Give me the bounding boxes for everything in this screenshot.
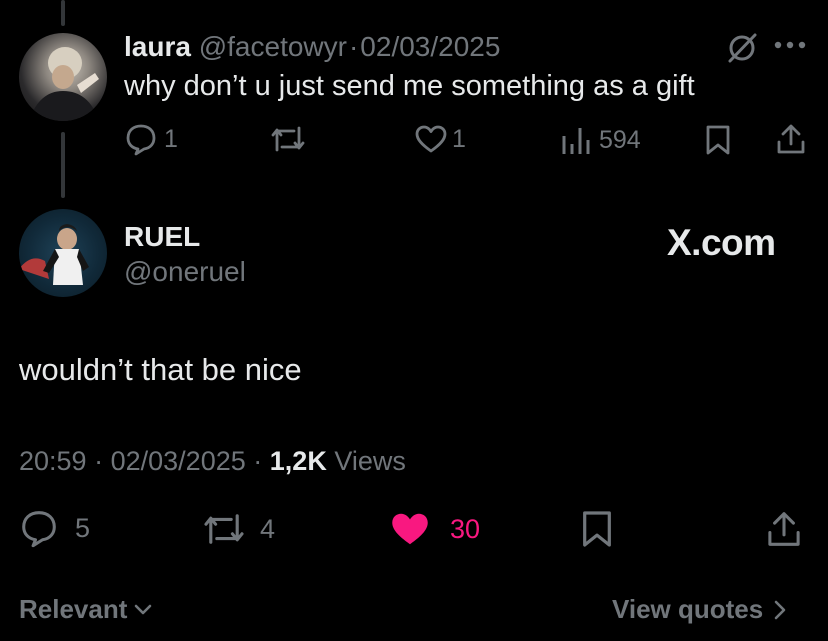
grok-icon[interactable]	[726, 32, 758, 64]
main-repost-button[interactable]: 4	[202, 511, 275, 547]
repost-icon	[270, 124, 306, 154]
thread-line-bottom	[61, 132, 65, 198]
reply-avatar[interactable]	[19, 33, 107, 121]
main-date[interactable]: 02/03/2025	[111, 446, 246, 476]
main-bookmark-icon[interactable]	[581, 509, 613, 549]
main-reply-button[interactable]: 5	[19, 508, 90, 548]
reply-views-button[interactable]: 594	[561, 124, 641, 156]
heart-filled-icon	[388, 510, 432, 548]
main-meta: 20:59 · 02/03/2025 · 1,2K Views	[19, 446, 406, 477]
reply-header: laura @facetowyr·02/03/2025	[124, 31, 500, 63]
main-meta-separator-2: ·	[253, 446, 263, 476]
reply-repost-button[interactable]	[270, 124, 306, 154]
main-author-name[interactable]: RUEL	[124, 221, 200, 253]
main-share-icon[interactable]	[765, 509, 803, 549]
comment-icon	[19, 508, 59, 548]
main-views-label: Views	[334, 446, 406, 476]
reply-like-button[interactable]: 1	[414, 124, 466, 154]
reply-share-icon[interactable]	[775, 122, 807, 156]
reply-avatar-image	[29, 47, 99, 121]
main-avatar-image	[19, 224, 89, 285]
reply-like-count: 1	[452, 124, 466, 153]
sort-label: Relevant	[19, 594, 128, 624]
main-views-count: 1,2K	[269, 446, 327, 476]
reply-text: why don’t u just send me something as a …	[124, 70, 695, 102]
comment-icon	[124, 122, 158, 156]
repost-icon	[202, 511, 246, 547]
chevron-right-icon	[773, 599, 787, 621]
main-repost-count: 4	[260, 513, 276, 544]
reply-author-handle[interactable]: @facetowyr	[199, 31, 347, 62]
reply-reply-button[interactable]: 1	[124, 122, 178, 156]
reply-date[interactable]: 02/03/2025	[360, 31, 500, 62]
sort-relevant-button[interactable]: Relevant	[19, 594, 153, 625]
main-like-count: 30	[450, 513, 481, 544]
reply-reply-count: 1	[164, 124, 178, 153]
main-meta-separator-1: ·	[94, 446, 104, 476]
main-avatar[interactable]	[19, 209, 107, 297]
reply-views-count: 594	[599, 125, 641, 154]
main-time[interactable]: 20:59	[19, 446, 87, 476]
chevron-down-icon	[133, 603, 153, 617]
view-quotes-label: View quotes	[612, 594, 764, 624]
views-chart-icon	[561, 124, 591, 156]
main-text: wouldn’t that be nice	[19, 352, 302, 387]
main-like-button[interactable]: 30	[388, 510, 480, 548]
view-quotes-link[interactable]: View quotes	[612, 594, 787, 625]
xcom-watermark: X.com	[667, 222, 776, 263]
reply-separator: ·	[348, 31, 359, 62]
more-options-icon[interactable]	[773, 40, 807, 50]
main-author-handle[interactable]: @oneruel	[124, 256, 246, 288]
heart-outline-icon	[414, 124, 448, 154]
main-reply-count: 5	[75, 512, 91, 543]
reply-bookmark-icon[interactable]	[705, 124, 731, 156]
reply-author-name[interactable]: laura	[124, 31, 191, 62]
thread-line-top	[61, 0, 65, 26]
